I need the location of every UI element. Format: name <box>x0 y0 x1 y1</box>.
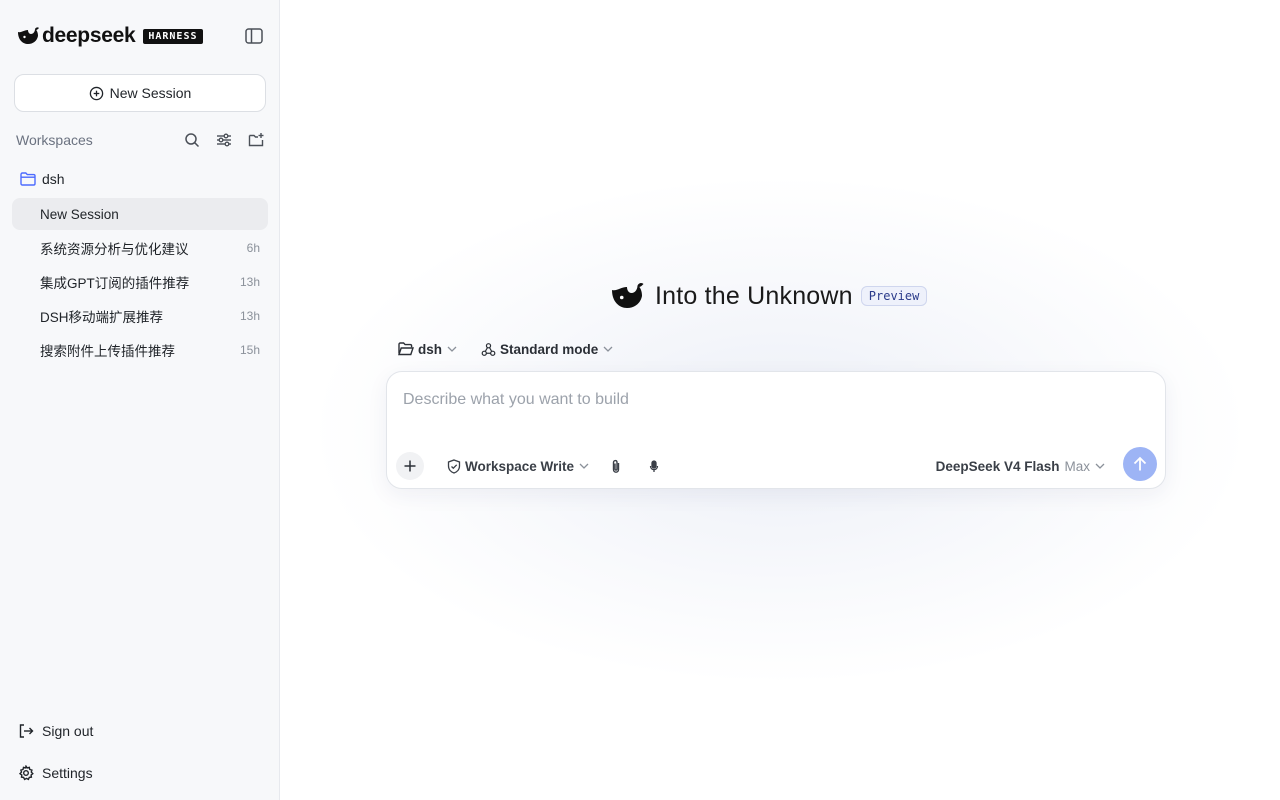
session-title: DSH移动端扩展推荐 <box>40 310 164 325</box>
chevron-down-icon <box>603 346 613 352</box>
send-button[interactable] <box>1123 447 1157 481</box>
mode-icon <box>481 342 496 356</box>
folder-open-icon <box>398 342 414 356</box>
hero: Into the Unknown Preview <box>609 278 928 314</box>
workspaces-header: Workspaces <box>16 130 266 150</box>
workspace-selector-label: dsh <box>418 341 443 357</box>
chevron-down-icon <box>579 463 589 469</box>
sliders-icon[interactable] <box>214 130 234 150</box>
microphone-icon[interactable] <box>645 457 663 475</box>
shield-check-icon <box>447 458 461 474</box>
brand: deepseek HARNESS <box>16 24 203 48</box>
session-time: 13h <box>239 309 260 323</box>
session-time: 13h <box>239 275 260 289</box>
session-title: 集成GPT订阅的插件推荐 <box>40 276 190 291</box>
preview-badge: Preview <box>860 286 928 306</box>
context-row: dsh Standard mode <box>398 340 613 358</box>
deepseek-whale-logo <box>18 27 39 44</box>
prompt-input[interactable] <box>403 388 1143 412</box>
folder-plus-icon[interactable] <box>246 130 266 150</box>
session-title: 搜索附件上传插件推荐 <box>40 344 175 359</box>
sign-out-button[interactable]: Sign out <box>18 721 93 741</box>
sidebar: deepseek HARNESS New Session Workspaces <box>0 0 280 800</box>
session-item[interactable]: 搜索附件上传插件推荐 15h <box>12 334 268 366</box>
settings-button[interactable]: Settings <box>18 763 93 783</box>
sign-out-label: Sign out <box>42 723 94 739</box>
model-selector[interactable]: DeepSeek V4 Flash Max <box>936 458 1105 474</box>
log-out-icon <box>19 724 34 738</box>
session-item[interactable]: DSH移动端扩展推荐 13h <box>12 300 268 332</box>
add-attachment-button[interactable] <box>396 452 424 480</box>
workspace-folder-dsh[interactable]: dsh <box>20 170 65 188</box>
permission-selector[interactable]: Workspace Write <box>447 458 589 474</box>
sidebar-toggle-icon[interactable] <box>244 27 264 45</box>
composer: Workspace Write DeepSeek V4 Flash Max <box>386 371 1166 489</box>
brand-badge: HARNESS <box>143 28 203 44</box>
model-name: DeepSeek V4 Flash <box>935 458 1060 474</box>
brand-name: deepseek <box>42 24 136 47</box>
session-item[interactable]: 系统资源分析与优化建议 6h <box>12 232 268 264</box>
gear-icon <box>18 765 34 781</box>
settings-label: Settings <box>42 765 93 781</box>
mode-selector[interactable]: Standard mode <box>481 342 613 357</box>
chevron-down-icon <box>447 346 457 352</box>
search-icon[interactable] <box>182 130 202 150</box>
chevron-down-icon <box>1095 463 1105 469</box>
paperclip-icon[interactable] <box>607 457 625 475</box>
workspaces-label: Workspaces <box>16 132 93 148</box>
session-time: 6h <box>246 241 260 255</box>
hero-title: Into the Unknown <box>655 281 853 310</box>
workspace-name: dsh <box>42 171 65 187</box>
session-item[interactable]: 集成GPT订阅的插件推荐 13h <box>12 266 268 298</box>
new-session-button[interactable]: New Session <box>14 74 266 112</box>
session-title: 系统资源分析与优化建议 <box>40 242 189 257</box>
model-tier: Max <box>1064 458 1090 474</box>
arrow-up-icon <box>1133 456 1147 471</box>
mode-selector-label: Standard mode <box>500 341 599 357</box>
plus-icon <box>404 460 416 472</box>
deepseek-whale-logo <box>612 283 644 308</box>
workspace-selector[interactable]: dsh <box>398 342 457 357</box>
folder-icon <box>20 172 36 186</box>
permission-label: Workspace Write <box>465 458 575 474</box>
session-time: 15h <box>239 343 260 357</box>
new-session-label: New Session <box>109 85 192 101</box>
session-item[interactable]: New Session <box>12 198 268 230</box>
session-title: New Session <box>40 206 119 222</box>
main-area: Into the Unknown Preview dsh Standard mo… <box>280 0 1280 800</box>
session-list: New Session 系统资源分析与优化建议 6h 集成GPT订阅的插件推荐 … <box>12 198 268 368</box>
plus-circle-icon <box>89 86 103 100</box>
